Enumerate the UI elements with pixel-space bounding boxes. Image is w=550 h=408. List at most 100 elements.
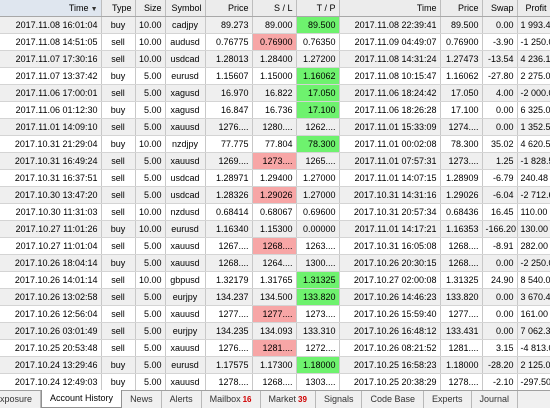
cell-type: buy	[101, 356, 136, 374]
cell-tp: 1.31325	[296, 271, 340, 289]
cell-tp: 1.27000	[296, 169, 340, 187]
cell-close-price: 1.28909	[440, 169, 483, 187]
cell-open-time: 2017.11.07 17:30:16	[0, 50, 102, 68]
tab-news[interactable]: News	[122, 391, 162, 408]
cell-profit: 7 062.36	[517, 322, 550, 340]
cell-size: 5.00	[135, 339, 166, 357]
cell-type: sell	[101, 322, 136, 340]
cell-type: sell	[101, 271, 136, 289]
table-row[interactable]: 2017.10.26 13:02:58 sell 5.00 eurjpy 134.237…	[0, 288, 550, 306]
table-row[interactable]: 2017.10.27 11:01:04 sell 5.00 xauusd 1267...…	[0, 237, 550, 255]
col-close-price[interactable]: Price	[440, 0, 483, 17]
tab-label: Market	[268, 394, 297, 404]
cell-open-price: 1.28013	[205, 50, 253, 68]
tab-journal[interactable]: Journal	[472, 391, 519, 408]
table-row[interactable]: 2017.10.26 14:01:14 sell 10.00 gbpusd 1.3217…	[0, 271, 550, 289]
col-sl[interactable]: S / L	[252, 0, 297, 17]
col-close-time[interactable]: Time	[339, 0, 441, 17]
cell-open-time: 2017.10.25 20:53:48	[0, 339, 102, 357]
cell-tp: 17.100	[296, 101, 340, 119]
cell-sl: 89.000	[252, 16, 297, 34]
table-row[interactable]: 2017.11.01 14:09:10 sell 5.00 xauusd 1276...…	[0, 118, 550, 136]
table-row[interactable]: 2017.11.06 17:00:01 sell 5.00 xagusd 16.970 1…	[0, 84, 550, 102]
table-row[interactable]: 2017.10.27 11:01:26 buy 10.00 eurusd 1.16340…	[0, 220, 550, 238]
tab-exposure[interactable]: Exposure	[0, 391, 42, 408]
cell-close-time: 2017.10.26 20:30:15	[339, 254, 441, 272]
cell-close-price: 1.16353	[440, 220, 483, 238]
cell-swap: 0.00	[482, 16, 518, 34]
col-size[interactable]: Size	[135, 0, 166, 17]
tab-account-history[interactable]: Account History	[41, 390, 123, 408]
cell-size: 10.00	[135, 16, 166, 34]
tab-alerts[interactable]: Alerts	[162, 391, 202, 408]
cell-swap: -8.91	[482, 237, 518, 255]
cell-open-time: 2017.10.26 12:56:04	[0, 305, 102, 323]
cell-open-time: 2017.10.30 11:31:03	[0, 203, 102, 221]
cell-sl: 0.76900	[252, 33, 297, 51]
cell-sl: 1.29400	[252, 169, 297, 187]
tab-code-base[interactable]: Code Base	[362, 391, 424, 408]
col-symbol[interactable]: Symbol	[165, 0, 206, 17]
tab-experts[interactable]: Experts	[424, 391, 472, 408]
table-row[interactable]: 2017.10.30 13:47:20 sell 5.00 usdcad 1.28326…	[0, 186, 550, 204]
table-row[interactable]: 2017.10.24 12:49:03 buy 5.00 xauusd 1278....…	[0, 373, 550, 390]
cell-profit: -1 828.50	[517, 152, 550, 170]
col-profit[interactable]: Profit	[517, 0, 550, 17]
cell-type: buy	[101, 254, 136, 272]
cell-swap: 0.00	[482, 254, 518, 272]
table-row[interactable]: 2017.10.26 18:04:14 buy 5.00 xauusd 1268....…	[0, 254, 550, 272]
cell-swap: 0.00	[482, 305, 518, 323]
cell-open-time: 2017.10.31 16:37:51	[0, 169, 102, 187]
cell-tp: 1.18000	[296, 356, 340, 374]
cell-symbol: eurjpy	[165, 322, 206, 340]
table-row[interactable]: 2017.11.08 14:51:05 sell 10.00 audusd 0.7677…	[0, 33, 550, 51]
table-row[interactable]: 2017.11.06 01:12:30 buy 5.00 xagusd 16.847 16…	[0, 101, 550, 119]
cell-symbol: xauusd	[165, 118, 206, 136]
table-row[interactable]: 2017.11.08 16:01:04 buy 10.00 cadjpy 89.273 8…	[0, 16, 550, 34]
table-row[interactable]: 2017.10.26 12:56:04 sell 5.00 xauusd 1277...…	[0, 305, 550, 323]
tab-mailbox[interactable]: Mailbox 16	[202, 391, 261, 408]
table-row[interactable]: 2017.10.26 03:01:49 sell 5.00 eurjpy 134.235…	[0, 322, 550, 340]
cell-symbol: eurjpy	[165, 288, 206, 306]
cell-size: 5.00	[135, 84, 166, 102]
table-row[interactable]: 2017.10.30 11:31:03 sell 10.00 nzdusd 0.6841…	[0, 203, 550, 221]
cell-close-price: 133.431	[440, 322, 483, 340]
cell-open-price: 1.32179	[205, 271, 253, 289]
cell-tp: 1265....	[296, 152, 340, 170]
col-type[interactable]: Type	[101, 0, 136, 17]
cell-sl: 1277....	[252, 305, 297, 323]
col-tp[interactable]: T / P	[296, 0, 340, 17]
cell-close-price: 1281....	[440, 339, 483, 357]
tab-label: Experts	[432, 394, 463, 404]
table-row[interactable]: 2017.10.31 16:37:51 sell 5.00 usdcad 1.28971…	[0, 169, 550, 187]
table-row[interactable]: 2017.10.31 21:29:04 buy 10.00 nzdjpy 77.775 7…	[0, 135, 550, 153]
table-row[interactable]: 2017.10.31 16:49:24 sell 5.00 xauusd 1269...…	[0, 152, 550, 170]
table-row[interactable]: 2017.11.07 13:37:42 buy 5.00 eurusd 1.15607 1…	[0, 67, 550, 85]
cell-close-price: 0.68436	[440, 203, 483, 221]
tab-signals[interactable]: Signals	[316, 391, 363, 408]
cell-profit: 2 275.00	[517, 67, 550, 85]
col-open-time[interactable]: Time ▼	[0, 0, 102, 17]
cell-swap: -166.20	[482, 220, 518, 238]
cell-profit: -297.50	[517, 373, 550, 390]
cell-close-price: 17.100	[440, 101, 483, 119]
cell-close-time: 2017.10.26 16:48:12	[339, 322, 441, 340]
cell-close-price: 17.050	[440, 84, 483, 102]
cell-size: 5.00	[135, 152, 166, 170]
cell-close-price: 1.18000	[440, 356, 483, 374]
tab-market[interactable]: Market 39	[261, 391, 316, 408]
cell-profit: 6 325.00	[517, 101, 550, 119]
cell-open-price: 1267....	[205, 237, 253, 255]
table-row[interactable]: 2017.11.07 17:30:16 sell 10.00 usdcad 1.2801…	[0, 50, 550, 68]
cell-swap: -27.80	[482, 67, 518, 85]
col-swap[interactable]: Swap	[482, 0, 518, 17]
cell-type: sell	[101, 152, 136, 170]
cell-close-time: 2017.10.25 16:58:23	[339, 356, 441, 374]
table-row[interactable]: 2017.10.25 20:53:48 sell 5.00 xauusd 1276...…	[0, 339, 550, 357]
cell-tp: 133.820	[296, 288, 340, 306]
cell-open-time: 2017.10.24 12:49:03	[0, 373, 102, 390]
cell-sl: 1.15000	[252, 67, 297, 85]
table-row[interactable]: 2017.10.24 13:29:46 buy 5.00 eurusd 1.17575 1…	[0, 356, 550, 374]
col-open-price[interactable]: Price	[205, 0, 253, 17]
cell-size: 5.00	[135, 356, 166, 374]
